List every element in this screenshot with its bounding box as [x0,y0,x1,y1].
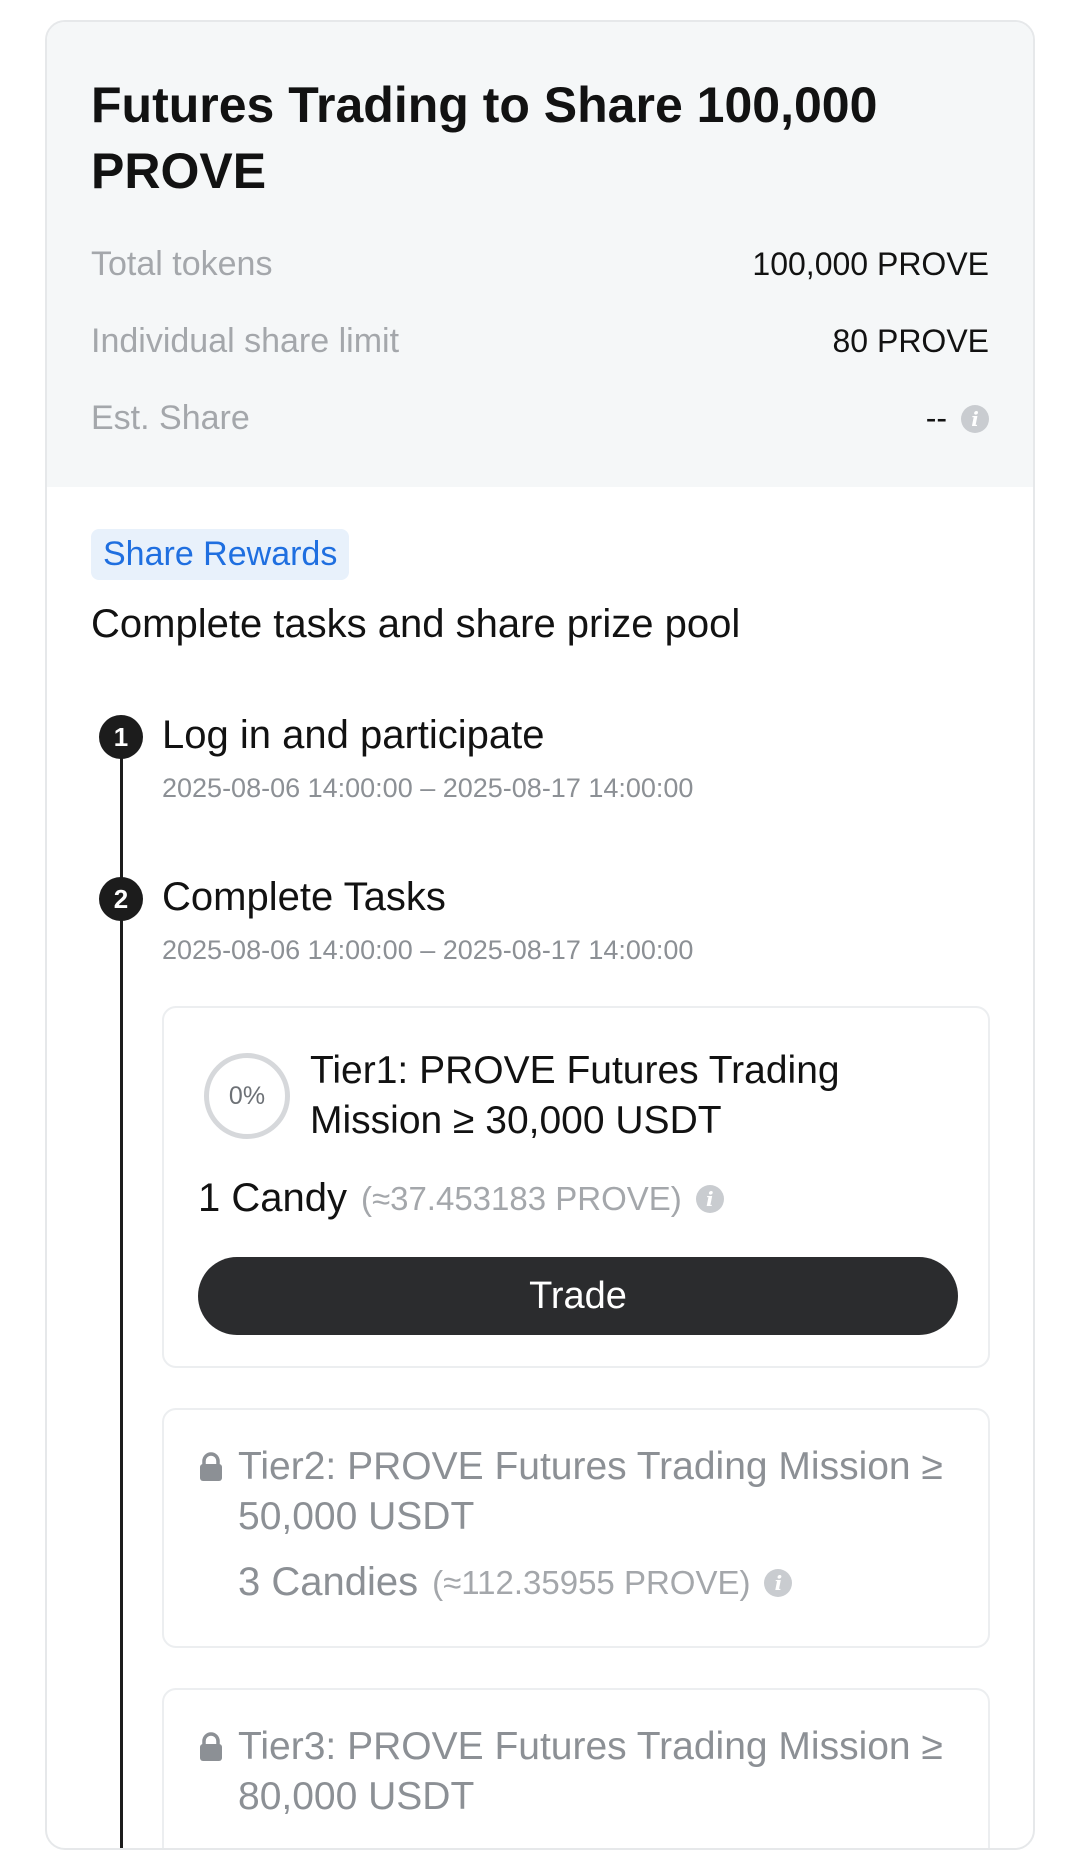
step-complete-tasks: 2 Complete Tasks 2025-08-06 14:00:00 – 2… [91,869,990,1848]
share-limit-label: Individual share limit [91,322,400,360]
info-icon[interactable]: i [961,404,989,433]
reward-amount: 3 Candies [238,1560,419,1604]
step-number-1: 1 [99,715,143,759]
trade-button[interactable]: Trade [198,1257,958,1335]
summary-panel: Futures Trading to Share 100,000 PROVE T… [47,22,1033,487]
total-tokens-value: 100,000 PROVE [752,246,989,282]
campaign-card: Futures Trading to Share 100,000 PROVE T… [45,20,1035,1850]
share-limit-value: 80 PROVE [832,323,989,359]
est-share-value: -- [925,400,947,436]
step-date: 2025-08-06 14:00:00 – 2025-08-17 14:00:0… [162,773,694,803]
steps-timeline: 1 Log in and participate 2025-08-06 14:0… [91,707,990,1848]
step-number-2: 2 [99,877,143,921]
progress-ring: 0% [204,1053,290,1139]
tier3-title: Tier3: PROVE Futures Trading Mission ≥ 8… [238,1725,943,1818]
share-subtitle: Complete tasks and share prize pool [91,602,741,646]
tier1-card: 0% Tier1: PROVE Futures Trading Mission … [162,1006,990,1368]
share-limit-row: Individual share limit 80 PROVE [91,303,989,380]
tier1-header: 0% Tier1: PROVE Futures Trading Mission … [198,1046,954,1146]
tier2-card: Tier2: PROVE Futures Trading Mission ≥ 5… [162,1408,990,1648]
est-share-value-wrap: -- i [926,400,989,437]
step-title: Log in and participate [162,713,545,757]
tier2-title: Tier2: PROVE Futures Trading Mission ≥ 5… [238,1445,943,1538]
step-date: 2025-08-06 14:00:00 – 2025-08-17 14:00:0… [162,935,694,965]
est-share-label: Est. Share [91,399,250,437]
reward-approx: (≈37.453183 PROVE) [360,1179,682,1217]
step-title: Complete Tasks [162,875,446,919]
tier3-header: Tier3: PROVE Futures Trading Mission ≥ 8… [198,1722,954,1822]
page-title: Futures Trading to Share 100,000 PROVE [91,77,878,199]
tier2-reward: 3 Candies (≈112.35955 PROVE) i [198,1560,954,1605]
info-icon[interactable]: i [764,1568,793,1597]
lock-icon [200,1452,222,1481]
share-rewards-section: Share Rewards Complete tasks and share p… [47,487,1033,1848]
reward-approx: (≈112.35955 PROVE) [432,1563,751,1601]
total-tokens-row: Total tokens 100,000 PROVE [91,226,989,303]
tier3-card: Tier3: PROVE Futures Trading Mission ≥ 8… [162,1688,990,1848]
est-share-row: Est. Share -- i [91,380,989,457]
tier2-header: Tier2: PROVE Futures Trading Mission ≥ 5… [198,1442,954,1542]
share-rewards-tag: Share Rewards [91,529,350,580]
tier1-reward: 1 Candy (≈37.453183 PROVE) i [198,1176,954,1221]
total-tokens-label: Total tokens [91,245,273,283]
info-icon[interactable]: i [695,1184,724,1213]
step-login: 1 Log in and participate 2025-08-06 14:0… [91,707,989,869]
tier1-title: Tier1: PROVE Futures Trading Mission ≥ 3… [310,1049,840,1142]
reward-amount: 1 Candy [198,1176,347,1220]
lock-icon [200,1732,222,1761]
